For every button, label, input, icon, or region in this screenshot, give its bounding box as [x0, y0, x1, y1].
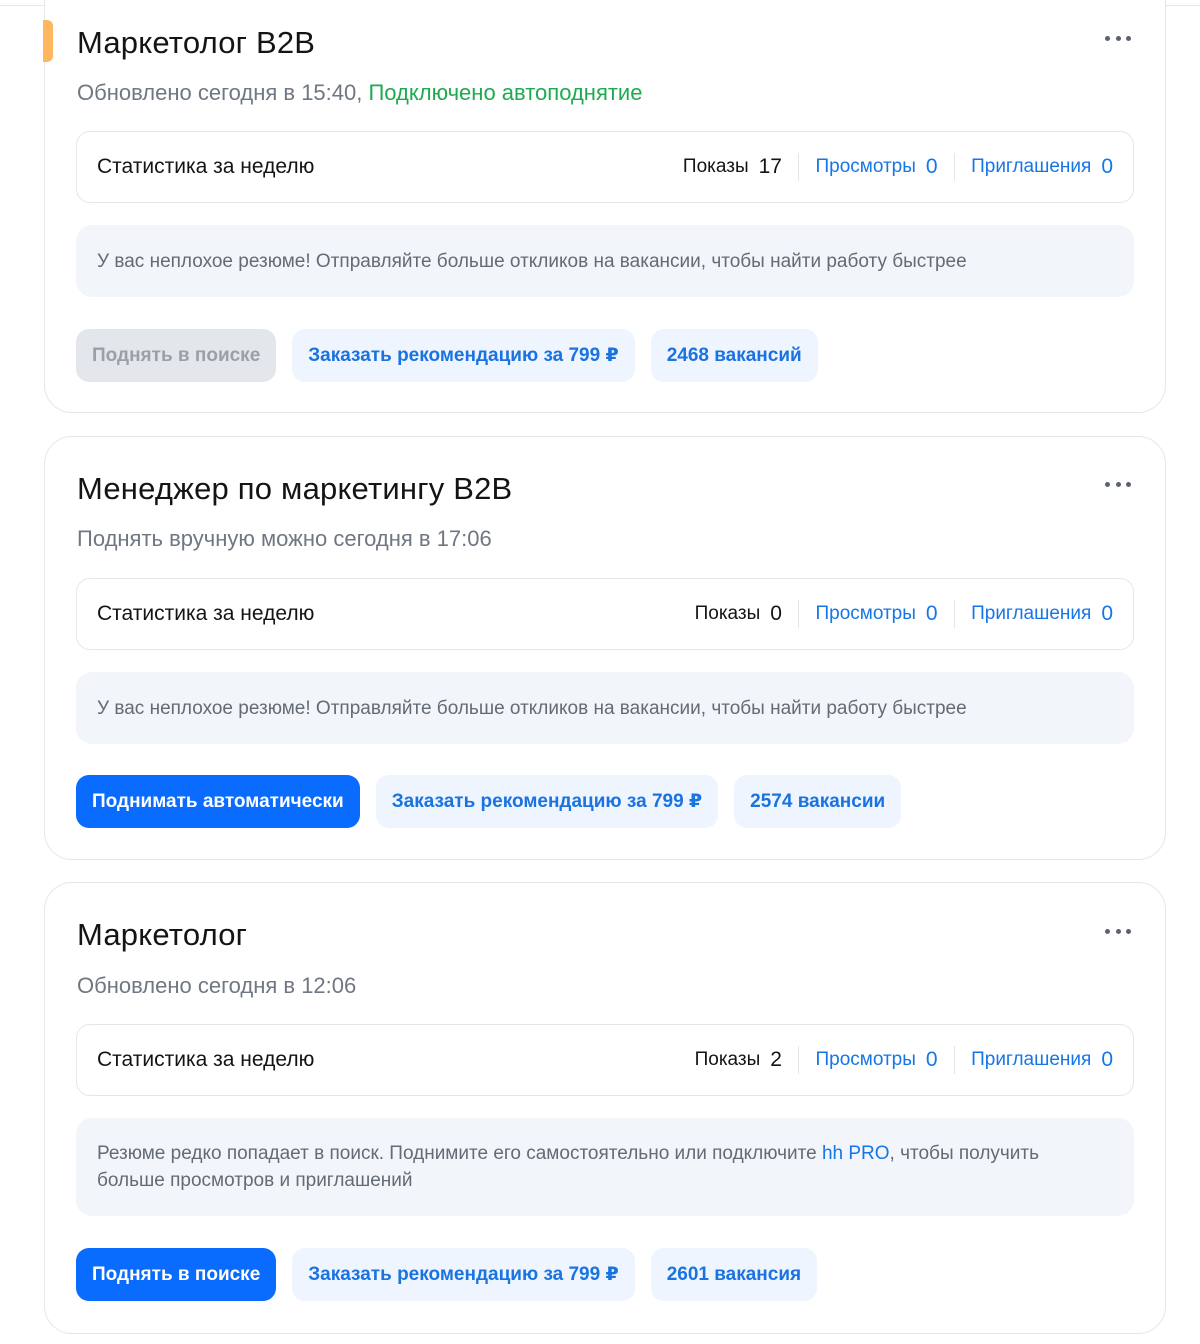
active-marker	[43, 20, 53, 62]
resume-hint: У вас неплохое резюме! Отправляйте больш…	[76, 225, 1134, 297]
weekly-stats: Статистика за неделю Показы 17 Просмотры 0…	[76, 131, 1134, 203]
stat-shows: Показы 0	[694, 602, 782, 625]
vacancies-button[interactable]: 2468 вакансий	[650, 329, 818, 382]
card-actions: Поднять в поиске Заказать рекомендацию з…	[76, 1248, 818, 1301]
stat-invites[interactable]: Приглашения 0	[955, 602, 1113, 626]
stat-views[interactable]: Просмотры 0	[799, 602, 953, 626]
more-options-icon[interactable]	[1105, 480, 1131, 488]
resume-status: Поднять вручную можно сегодня в 17:06	[77, 526, 492, 551]
bump-in-search-button[interactable]: Поднять в поиске	[76, 329, 277, 382]
vacancies-button[interactable]: 2574 вакансии	[734, 775, 902, 828]
stats-label: Статистика за неделю	[97, 602, 315, 625]
card-actions: Поднять в поиске Заказать рекомендацию з…	[76, 329, 818, 382]
resume-hint: У вас неплохое резюме! Отправляйте больш…	[76, 672, 1134, 744]
order-recommendation-button[interactable]: Заказать рекомендацию за 799 ₽	[292, 1248, 635, 1301]
card-actions: Поднимать автоматически Заказать рекомен…	[76, 775, 902, 828]
autobump-status: Подключено автоподнятие	[368, 80, 643, 105]
weekly-stats: Статистика за неделю Показы 0 Просмотры 0 …	[76, 578, 1134, 650]
stat-invites[interactable]: Приглашения 0	[955, 155, 1113, 179]
more-options-icon[interactable]	[1105, 34, 1131, 42]
stat-views[interactable]: Просмотры 0	[799, 155, 953, 179]
resume-hint: Резюме редко попадает в поиск. Поднимите…	[76, 1118, 1134, 1216]
hh-pro-link[interactable]: hh PRO	[822, 1143, 890, 1164]
stat-shows: Показы 2	[694, 1048, 782, 1071]
order-recommendation-button[interactable]: Заказать рекомендацию за 799 ₽	[292, 329, 635, 382]
status-text: Обновлено сегодня в 15:40,	[77, 80, 369, 105]
stat-shows: Показы 17	[682, 155, 782, 178]
stats-label: Статистика за неделю	[97, 1048, 315, 1071]
auto-bump-button[interactable]: Поднимать автоматически	[76, 775, 360, 828]
resume-title[interactable]: Менеджер по маркетингу B2B	[77, 471, 512, 507]
weekly-stats: Статистика за неделю Показы 2 Просмотры 0 …	[76, 1024, 1134, 1096]
resume-card: Менеджер по маркетингу B2B Поднять вручн…	[44, 436, 1166, 860]
resume-title[interactable]: Маркетолог	[77, 917, 247, 953]
resume-status: Обновлено сегодня в 15:40, Подключено ав…	[77, 80, 642, 106]
resume-card: Маркетолог B2B Обновлено сегодня в 15:40…	[43, 0, 1166, 413]
resume-card: Маркетолог Обновлено сегодня в 12:06 Ста…	[44, 882, 1166, 1334]
resume-title[interactable]: Маркетолог B2B	[77, 25, 315, 61]
stat-invites[interactable]: Приглашения 0	[955, 1048, 1113, 1072]
order-recommendation-button[interactable]: Заказать рекомендацию за 799 ₽	[375, 775, 719, 828]
stats-label: Статистика за неделю	[97, 155, 315, 178]
vacancies-button[interactable]: 2601 вакансия	[650, 1248, 818, 1301]
resume-status: Обновлено сегодня в 12:06	[77, 973, 357, 998]
stat-views[interactable]: Просмотры 0	[799, 1048, 953, 1072]
more-options-icon[interactable]	[1105, 927, 1131, 935]
bump-in-search-button[interactable]: Поднять в поиске	[76, 1248, 277, 1301]
